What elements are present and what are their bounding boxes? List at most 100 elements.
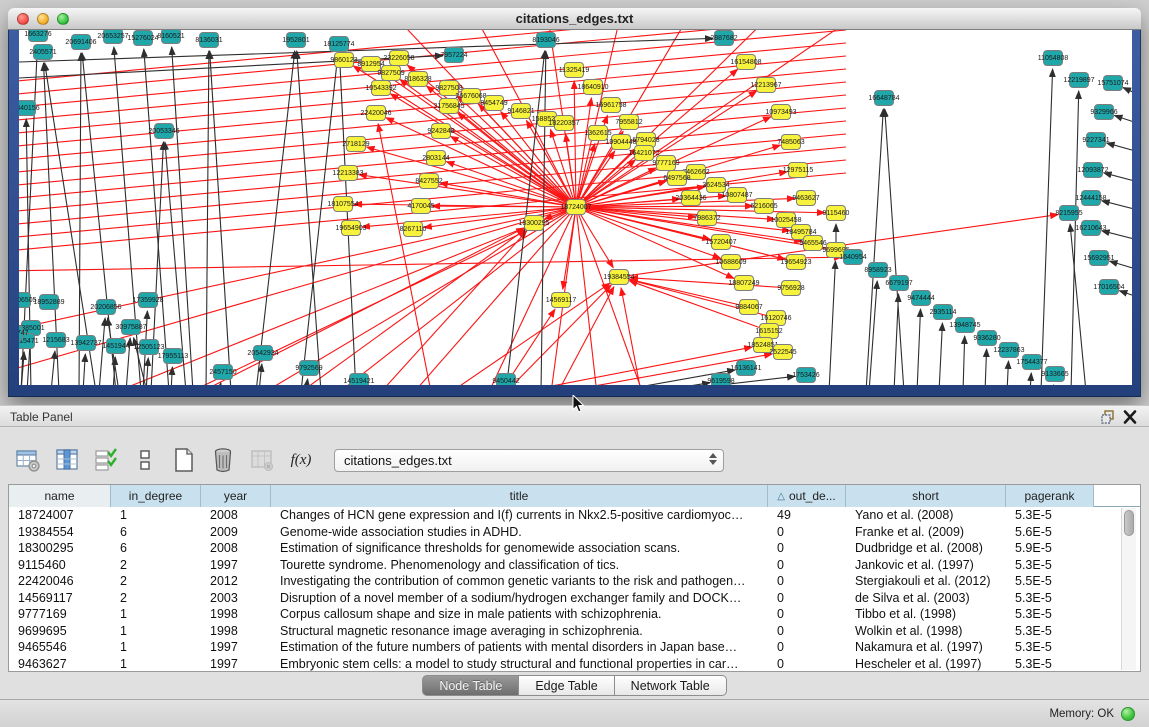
graph-node[interactable]: 10543392: [365, 81, 396, 96]
graph-node[interactable]: 2935114: [930, 305, 957, 320]
graph-node[interactable]: 23226058: [383, 51, 414, 66]
close-button[interactable]: [17, 13, 29, 25]
graph-node[interactable]: 20691406: [65, 35, 96, 50]
graph-node[interactable]: 14519421: [343, 374, 374, 386]
graph-node[interactable]: 1215683: [42, 333, 69, 348]
graph-node[interactable]: 20653257: [97, 30, 128, 44]
graph-node[interactable]: 16961758: [595, 98, 626, 113]
graph-node[interactable]: 1663276: [24, 30, 51, 42]
graph-node[interactable]: 8454749: [480, 96, 507, 111]
graph-node[interactable]: 19384554: [603, 270, 634, 285]
table-settings-icon[interactable]: [14, 446, 42, 474]
float-window-icon[interactable]: [1099, 409, 1117, 425]
graph-node[interactable]: 9227341: [1082, 133, 1109, 148]
graph-node[interactable]: 9619598: [707, 374, 734, 386]
show-columns-icon[interactable]: [53, 446, 81, 474]
graph-node[interactable]: 8186328: [404, 72, 431, 87]
graph-node[interactable]: 9860123: [330, 53, 357, 68]
graph-node[interactable]: 1952801: [282, 33, 309, 48]
graph-node[interactable]: 9242848: [427, 124, 454, 139]
graph-node[interactable]: 8215955: [1055, 206, 1082, 221]
graph-node[interactable]: 1753426: [792, 368, 819, 383]
graph-node[interactable]: 7485063: [777, 135, 804, 150]
graph-node[interactable]: 12219897: [1063, 73, 1094, 88]
graph-node[interactable]: 12093872: [1077, 163, 1108, 178]
tab-node-table[interactable]: Node Table: [422, 675, 519, 696]
minimize-button[interactable]: [37, 13, 49, 25]
graph-node[interactable]: 18125774: [323, 37, 354, 52]
graph-node[interactable]: 7957224: [440, 48, 467, 63]
graph-node[interactable]: 9336280: [973, 331, 1000, 346]
graph-node[interactable]: 2405571: [29, 45, 56, 60]
function-builder-icon[interactable]: f(x): [287, 446, 315, 474]
graph-node[interactable]: 9450442: [492, 374, 519, 386]
column-header-pagerank[interactable]: pagerank: [1006, 485, 1094, 507]
graph-node[interactable]: 9474444: [907, 291, 934, 306]
graph-node[interactable]: 14569117: [546, 293, 577, 308]
zoom-button[interactable]: [57, 13, 69, 25]
graph-node[interactable]: 17016504: [1093, 280, 1124, 295]
graph-node[interactable]: 9329966: [1090, 105, 1117, 120]
graph-node[interactable]: 2340156: [19, 101, 40, 116]
column-header-title[interactable]: title: [271, 485, 768, 507]
column-header-year[interactable]: year: [201, 485, 271, 507]
graph-node[interactable]: 9792569: [295, 361, 322, 376]
graph-node[interactable]: 19654923: [780, 255, 811, 270]
table-row[interactable]: 946554611997Estimation of the future num…: [9, 639, 1140, 656]
graph-node[interactable]: 2718129: [342, 137, 369, 152]
graph-node[interactable]: 20053346: [148, 124, 179, 139]
column-header-short[interactable]: short: [846, 485, 1006, 507]
graph-node[interactable]: 9777169: [652, 156, 679, 171]
table-row[interactable]: 969969511998Structural magnetic resonanc…: [9, 623, 1140, 640]
graph-node[interactable]: 8160521: [157, 30, 184, 44]
table-row[interactable]: 911546021997Tourette syndrome. Phenomeno…: [9, 557, 1140, 574]
graph-node[interactable]: 1615152: [755, 324, 782, 339]
graph-node[interactable]: 9115460: [823, 206, 850, 221]
graph-node[interactable]: 7955812: [615, 115, 642, 130]
graph-node[interactable]: 13942737: [70, 336, 101, 351]
graph-node[interactable]: 4170045: [407, 199, 434, 214]
delete-table-icon[interactable]: [209, 446, 237, 474]
column-header-name[interactable]: name: [9, 485, 111, 507]
network-window-titlebar[interactable]: citations_edges.txt: [8, 8, 1141, 30]
table-row[interactable]: 946362711997Embryonic stem cells: a mode…: [9, 656, 1140, 672]
graph-node[interactable]: 8267110: [400, 222, 427, 237]
graph-node[interactable]: 16210643: [1075, 221, 1106, 236]
tab-edge-table[interactable]: Edge Table: [519, 675, 614, 696]
graph-node[interactable]: 15692951: [1083, 251, 1114, 266]
graph-node[interactable]: 11325419: [559, 63, 590, 78]
graph-node[interactable]: 17544377: [1016, 355, 1047, 370]
graph-node[interactable]: 9146821: [507, 104, 534, 119]
graph-node[interactable]: 15720407: [705, 235, 736, 250]
tab-network-table[interactable]: Network Table: [615, 675, 727, 696]
table-row[interactable]: 1938455462009Genome-wide association stu…: [9, 524, 1140, 541]
graph-node[interactable]: 9756928: [777, 281, 804, 296]
graph-node[interactable]: 6216065: [750, 199, 777, 214]
graph-node[interactable]: 7986372: [693, 211, 720, 226]
graph-node[interactable]: 9827509: [377, 66, 404, 81]
graph-node[interactable]: 3624534: [702, 178, 729, 193]
graph-node[interactable]: 19654903: [335, 221, 366, 236]
column-header-outde[interactable]: △out_de...: [768, 485, 846, 507]
graph-node[interactable]: 12444158: [1075, 191, 1106, 206]
table-row[interactable]: 1456911722003Disruption of a novel membe…: [9, 590, 1140, 607]
graph-node[interactable]: 17359928: [132, 293, 163, 308]
graph-node[interactable]: 2803144: [422, 151, 449, 166]
network-canvas[interactable]: 1872400798601238912954232260589827509818…: [19, 30, 1132, 385]
graph-node[interactable]: 8136031: [195, 33, 222, 48]
graph-node[interactable]: 9133665: [1041, 367, 1068, 382]
table-row[interactable]: 977716911998Corpus callosum shape and si…: [9, 606, 1140, 623]
table-row[interactable]: 1830029562008Estimation of significance …: [9, 540, 1140, 557]
graph-node[interactable]: 1640954: [839, 250, 866, 265]
graph-node[interactable]: 8958923: [864, 263, 891, 278]
graph-node[interactable]: 12975115: [783, 163, 814, 178]
import-table-icon[interactable]: [248, 446, 276, 474]
scrollbar-thumb[interactable]: [1124, 510, 1134, 536]
graph-node[interactable]: 8427552: [415, 174, 442, 189]
table-vertical-scrollbar[interactable]: [1121, 508, 1136, 670]
graph-node[interactable]: 15276024: [127, 31, 158, 46]
graph-node[interactable]: 20206856: [90, 300, 121, 315]
graph-node[interactable]: 12237863: [993, 343, 1024, 358]
graph-node[interactable]: 8193046: [532, 33, 559, 48]
column-header-indegree[interactable]: in_degree: [111, 485, 201, 507]
